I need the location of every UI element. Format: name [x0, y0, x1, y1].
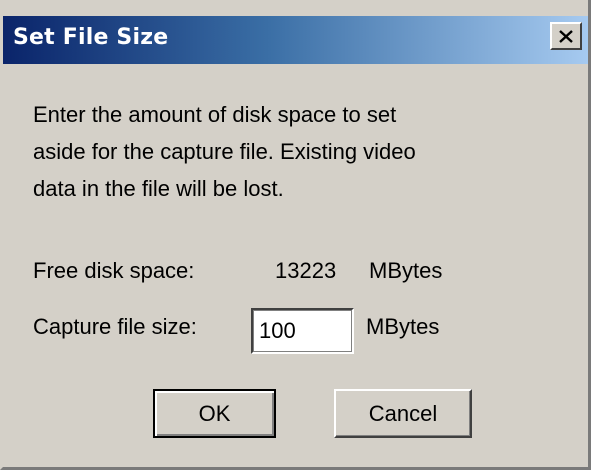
free-disk-space-value: 13223	[275, 258, 337, 283]
cancel-button[interactable]: Cancel	[334, 389, 472, 438]
capture-file-size-input[interactable]	[251, 308, 354, 354]
close-icon	[559, 29, 573, 43]
capture-file-size-unit: MBytes	[366, 314, 440, 339]
instruction-text: Enter the amount of disk space to set as…	[33, 102, 416, 201]
free-disk-space-label: Free disk space:	[33, 258, 195, 283]
capture-file-size-label: Capture file size:	[33, 314, 197, 339]
ok-button[interactable]: OK	[153, 389, 276, 438]
title-bar[interactable]: Set File Size	[3, 16, 588, 64]
dialog-title: Set File Size	[13, 25, 169, 50]
free-disk-space-unit: MBytes	[369, 258, 443, 283]
close-button[interactable]	[550, 22, 582, 50]
set-file-size-dialog: Set File Size Enter the amount of disk s…	[0, 0, 591, 470]
